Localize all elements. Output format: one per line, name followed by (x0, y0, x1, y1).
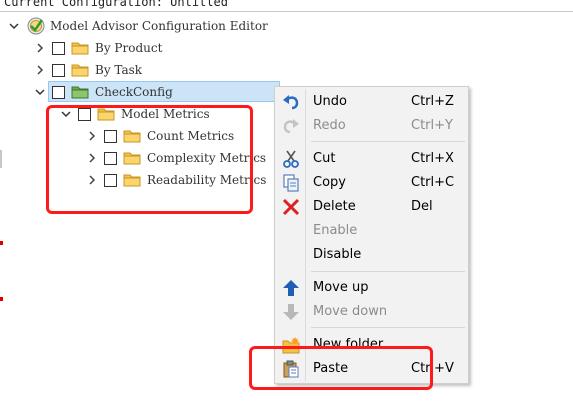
menu-item-label: Undo (313, 94, 347, 109)
tree-item-by-product[interactable]: By Product (32, 37, 162, 59)
menu-item-disable[interactable]: Disable (276, 243, 467, 267)
checkbox[interactable] (52, 63, 65, 77)
delete-icon (282, 198, 300, 216)
folder-icon (71, 63, 89, 77)
menu-item-label: Copy (313, 175, 346, 190)
annotation-highlight-box (46, 105, 253, 214)
left-edge-marker (0, 297, 3, 301)
menu-item-cut[interactable]: Cut Ctrl+X (276, 147, 467, 171)
menu-item-shortcut: Ctrl+Y (411, 118, 453, 133)
tree-root-row[interactable]: Model Advisor Configuration Editor (6, 15, 268, 37)
menu-item-move-down[interactable]: Move down (276, 300, 467, 324)
menu-separator (311, 141, 465, 142)
current-configuration-label: Current Configuration: Untitled (4, 0, 228, 9)
menu-item-shortcut: Ctrl+X (411, 151, 454, 166)
menu-separator (311, 271, 465, 272)
arrow-down-icon (282, 303, 300, 321)
undo-icon (282, 93, 300, 111)
configuration-title-bar: Current Configuration: Untitled (0, 0, 573, 12)
checkbox[interactable] (52, 41, 65, 55)
menu-item-shortcut: Ctrl+C (411, 175, 455, 190)
tree-item-by-task[interactable]: By Task (32, 59, 142, 81)
menu-item-label: Move up (313, 280, 369, 295)
chevron-right-icon[interactable] (32, 40, 48, 56)
redo-icon (282, 117, 300, 135)
context-menu: Undo Ctrl+Z Redo Ctrl+Y Cut Ctrl+X Copy … (274, 86, 469, 384)
tree-item-label: By Product (95, 41, 163, 55)
menu-item-move-up[interactable]: Move up (276, 276, 467, 300)
folder-icon (71, 85, 89, 99)
menu-item-label: Delete (313, 199, 356, 214)
menu-item-shortcut: Ctrl+Z (411, 94, 454, 109)
menu-item-label: Disable (313, 247, 362, 262)
model-advisor-icon (26, 16, 46, 36)
copy-icon (282, 174, 300, 192)
menu-item-label: Redo (313, 118, 346, 133)
folder-icon (71, 41, 89, 55)
menu-item-redo[interactable]: Redo Ctrl+Y (276, 114, 467, 138)
cut-icon (282, 150, 300, 168)
arrow-up-icon (282, 279, 300, 297)
tree-item-label: By Task (95, 63, 143, 77)
menu-item-undo[interactable]: Undo Ctrl+Z (276, 90, 467, 114)
tree-root-label: Model Advisor Configuration Editor (50, 19, 268, 33)
menu-item-delete[interactable]: Delete Del (276, 195, 467, 219)
chevron-right-icon[interactable] (32, 62, 48, 78)
menu-separator (311, 327, 465, 328)
tree-item-label: CheckConfig (95, 85, 173, 99)
menu-item-shortcut: Del (411, 199, 433, 214)
menu-item-copy[interactable]: Copy Ctrl+C (276, 171, 467, 195)
chevron-down-icon[interactable] (6, 18, 22, 34)
checkbox[interactable] (52, 85, 65, 99)
menu-item-enable[interactable]: Enable (276, 219, 467, 243)
menu-item-label: Move down (313, 304, 388, 319)
chevron-down-icon[interactable] (32, 84, 48, 100)
menu-item-label: Enable (313, 223, 358, 238)
left-edge-fragment (0, 150, 2, 168)
tree-item-checkconfig[interactable]: CheckConfig (32, 81, 173, 103)
menu-item-label: Cut (313, 151, 336, 166)
annotation-highlight-box (249, 346, 433, 390)
left-edge-marker (0, 241, 3, 245)
